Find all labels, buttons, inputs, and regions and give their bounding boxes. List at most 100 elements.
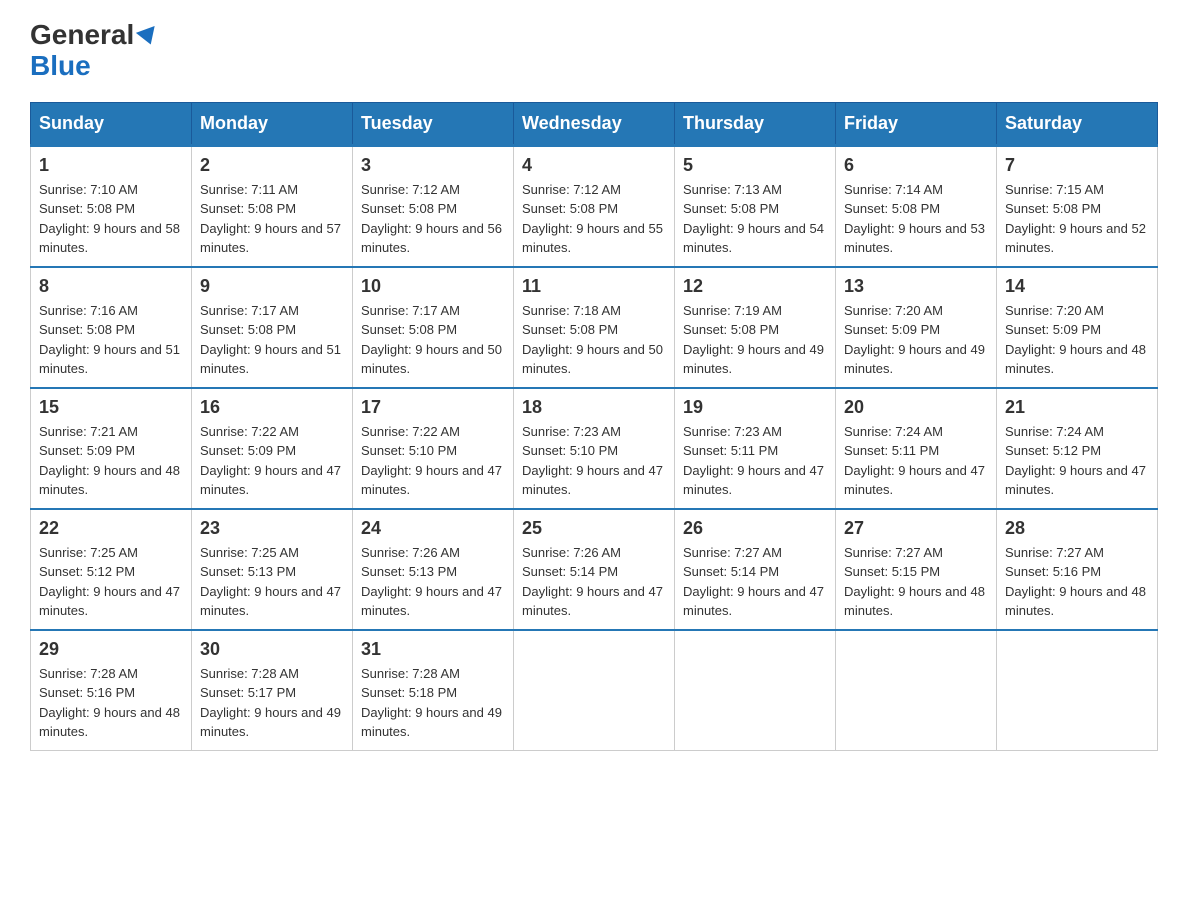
day-number: 15 bbox=[39, 397, 183, 418]
day-info: Sunrise: 7:22 AMSunset: 5:09 PMDaylight:… bbox=[200, 424, 341, 498]
day-cell: 12 Sunrise: 7:19 AMSunset: 5:08 PMDaylig… bbox=[675, 267, 836, 388]
day-cell: 13 Sunrise: 7:20 AMSunset: 5:09 PMDaylig… bbox=[836, 267, 997, 388]
day-info: Sunrise: 7:26 AMSunset: 5:14 PMDaylight:… bbox=[522, 545, 663, 619]
day-cell: 5 Sunrise: 7:13 AMSunset: 5:08 PMDayligh… bbox=[675, 145, 836, 267]
day-cell: 18 Sunrise: 7:23 AMSunset: 5:10 PMDaylig… bbox=[514, 388, 675, 509]
day-cell: 9 Sunrise: 7:17 AMSunset: 5:08 PMDayligh… bbox=[192, 267, 353, 388]
day-info: Sunrise: 7:20 AMSunset: 5:09 PMDaylight:… bbox=[844, 303, 985, 377]
day-number: 4 bbox=[522, 155, 666, 176]
logo-blue: Blue bbox=[30, 50, 91, 81]
day-number: 3 bbox=[361, 155, 505, 176]
day-info: Sunrise: 7:23 AMSunset: 5:11 PMDaylight:… bbox=[683, 424, 824, 498]
day-info: Sunrise: 7:12 AMSunset: 5:08 PMDaylight:… bbox=[522, 182, 663, 256]
day-info: Sunrise: 7:18 AMSunset: 5:08 PMDaylight:… bbox=[522, 303, 663, 377]
day-header-saturday: Saturday bbox=[997, 102, 1158, 145]
day-info: Sunrise: 7:27 AMSunset: 5:14 PMDaylight:… bbox=[683, 545, 824, 619]
day-number: 21 bbox=[1005, 397, 1149, 418]
day-info: Sunrise: 7:25 AMSunset: 5:12 PMDaylight:… bbox=[39, 545, 180, 619]
day-cell: 30 Sunrise: 7:28 AMSunset: 5:17 PMDaylig… bbox=[192, 630, 353, 751]
day-cell: 31 Sunrise: 7:28 AMSunset: 5:18 PMDaylig… bbox=[353, 630, 514, 751]
day-number: 11 bbox=[522, 276, 666, 297]
day-cell: 20 Sunrise: 7:24 AMSunset: 5:11 PMDaylig… bbox=[836, 388, 997, 509]
day-cell: 17 Sunrise: 7:22 AMSunset: 5:10 PMDaylig… bbox=[353, 388, 514, 509]
day-cell: 2 Sunrise: 7:11 AMSunset: 5:08 PMDayligh… bbox=[192, 145, 353, 267]
day-number: 8 bbox=[39, 276, 183, 297]
logo-general: General bbox=[30, 19, 134, 50]
day-number: 31 bbox=[361, 639, 505, 660]
day-info: Sunrise: 7:28 AMSunset: 5:17 PMDaylight:… bbox=[200, 666, 341, 740]
day-cell: 27 Sunrise: 7:27 AMSunset: 5:15 PMDaylig… bbox=[836, 509, 997, 630]
day-info: Sunrise: 7:17 AMSunset: 5:08 PMDaylight:… bbox=[200, 303, 341, 377]
day-header-friday: Friday bbox=[836, 102, 997, 145]
day-number: 28 bbox=[1005, 518, 1149, 539]
day-cell: 28 Sunrise: 7:27 AMSunset: 5:16 PMDaylig… bbox=[997, 509, 1158, 630]
week-row-4: 22 Sunrise: 7:25 AMSunset: 5:12 PMDaylig… bbox=[31, 509, 1158, 630]
day-cell: 26 Sunrise: 7:27 AMSunset: 5:14 PMDaylig… bbox=[675, 509, 836, 630]
day-info: Sunrise: 7:11 AMSunset: 5:08 PMDaylight:… bbox=[200, 182, 341, 256]
day-info: Sunrise: 7:28 AMSunset: 5:16 PMDaylight:… bbox=[39, 666, 180, 740]
day-cell bbox=[514, 630, 675, 751]
calendar-body: 1 Sunrise: 7:10 AMSunset: 5:08 PMDayligh… bbox=[31, 145, 1158, 750]
day-header-monday: Monday bbox=[192, 102, 353, 145]
day-cell: 21 Sunrise: 7:24 AMSunset: 5:12 PMDaylig… bbox=[997, 388, 1158, 509]
day-info: Sunrise: 7:28 AMSunset: 5:18 PMDaylight:… bbox=[361, 666, 502, 740]
day-cell: 25 Sunrise: 7:26 AMSunset: 5:14 PMDaylig… bbox=[514, 509, 675, 630]
days-of-week-row: SundayMondayTuesdayWednesdayThursdayFrid… bbox=[31, 102, 1158, 145]
calendar-table: SundayMondayTuesdayWednesdayThursdayFrid… bbox=[30, 102, 1158, 751]
day-number: 27 bbox=[844, 518, 988, 539]
day-number: 12 bbox=[683, 276, 827, 297]
logo-text: General bbox=[30, 20, 158, 51]
day-info: Sunrise: 7:24 AMSunset: 5:12 PMDaylight:… bbox=[1005, 424, 1146, 498]
day-number: 23 bbox=[200, 518, 344, 539]
day-number: 22 bbox=[39, 518, 183, 539]
day-info: Sunrise: 7:19 AMSunset: 5:08 PMDaylight:… bbox=[683, 303, 824, 377]
day-cell: 3 Sunrise: 7:12 AMSunset: 5:08 PMDayligh… bbox=[353, 145, 514, 267]
day-number: 14 bbox=[1005, 276, 1149, 297]
day-cell: 7 Sunrise: 7:15 AMSunset: 5:08 PMDayligh… bbox=[997, 145, 1158, 267]
day-cell: 8 Sunrise: 7:16 AMSunset: 5:08 PMDayligh… bbox=[31, 267, 192, 388]
logo-blue-text: Blue bbox=[30, 51, 91, 82]
week-row-1: 1 Sunrise: 7:10 AMSunset: 5:08 PMDayligh… bbox=[31, 145, 1158, 267]
day-number: 13 bbox=[844, 276, 988, 297]
day-cell: 1 Sunrise: 7:10 AMSunset: 5:08 PMDayligh… bbox=[31, 145, 192, 267]
day-info: Sunrise: 7:16 AMSunset: 5:08 PMDaylight:… bbox=[39, 303, 180, 377]
day-cell: 16 Sunrise: 7:22 AMSunset: 5:09 PMDaylig… bbox=[192, 388, 353, 509]
day-number: 30 bbox=[200, 639, 344, 660]
day-number: 6 bbox=[844, 155, 988, 176]
day-info: Sunrise: 7:22 AMSunset: 5:10 PMDaylight:… bbox=[361, 424, 502, 498]
day-info: Sunrise: 7:24 AMSunset: 5:11 PMDaylight:… bbox=[844, 424, 985, 498]
day-cell: 29 Sunrise: 7:28 AMSunset: 5:16 PMDaylig… bbox=[31, 630, 192, 751]
day-header-sunday: Sunday bbox=[31, 102, 192, 145]
day-cell bbox=[997, 630, 1158, 751]
day-number: 7 bbox=[1005, 155, 1149, 176]
day-number: 18 bbox=[522, 397, 666, 418]
day-cell bbox=[675, 630, 836, 751]
day-number: 24 bbox=[361, 518, 505, 539]
day-info: Sunrise: 7:27 AMSunset: 5:15 PMDaylight:… bbox=[844, 545, 985, 619]
day-cell: 10 Sunrise: 7:17 AMSunset: 5:08 PMDaylig… bbox=[353, 267, 514, 388]
day-number: 17 bbox=[361, 397, 505, 418]
logo-triangle-icon bbox=[136, 26, 160, 48]
day-number: 25 bbox=[522, 518, 666, 539]
day-number: 26 bbox=[683, 518, 827, 539]
day-cell: 24 Sunrise: 7:26 AMSunset: 5:13 PMDaylig… bbox=[353, 509, 514, 630]
day-info: Sunrise: 7:15 AMSunset: 5:08 PMDaylight:… bbox=[1005, 182, 1146, 256]
day-info: Sunrise: 7:27 AMSunset: 5:16 PMDaylight:… bbox=[1005, 545, 1146, 619]
day-header-tuesday: Tuesday bbox=[353, 102, 514, 145]
day-info: Sunrise: 7:26 AMSunset: 5:13 PMDaylight:… bbox=[361, 545, 502, 619]
day-info: Sunrise: 7:13 AMSunset: 5:08 PMDaylight:… bbox=[683, 182, 824, 256]
day-number: 5 bbox=[683, 155, 827, 176]
day-cell: 4 Sunrise: 7:12 AMSunset: 5:08 PMDayligh… bbox=[514, 145, 675, 267]
week-row-2: 8 Sunrise: 7:16 AMSunset: 5:08 PMDayligh… bbox=[31, 267, 1158, 388]
day-number: 2 bbox=[200, 155, 344, 176]
day-number: 29 bbox=[39, 639, 183, 660]
day-header-thursday: Thursday bbox=[675, 102, 836, 145]
day-info: Sunrise: 7:12 AMSunset: 5:08 PMDaylight:… bbox=[361, 182, 502, 256]
day-cell: 6 Sunrise: 7:14 AMSunset: 5:08 PMDayligh… bbox=[836, 145, 997, 267]
day-cell: 22 Sunrise: 7:25 AMSunset: 5:12 PMDaylig… bbox=[31, 509, 192, 630]
day-header-wednesday: Wednesday bbox=[514, 102, 675, 145]
day-cell: 19 Sunrise: 7:23 AMSunset: 5:11 PMDaylig… bbox=[675, 388, 836, 509]
day-cell bbox=[836, 630, 997, 751]
day-info: Sunrise: 7:20 AMSunset: 5:09 PMDaylight:… bbox=[1005, 303, 1146, 377]
day-number: 9 bbox=[200, 276, 344, 297]
